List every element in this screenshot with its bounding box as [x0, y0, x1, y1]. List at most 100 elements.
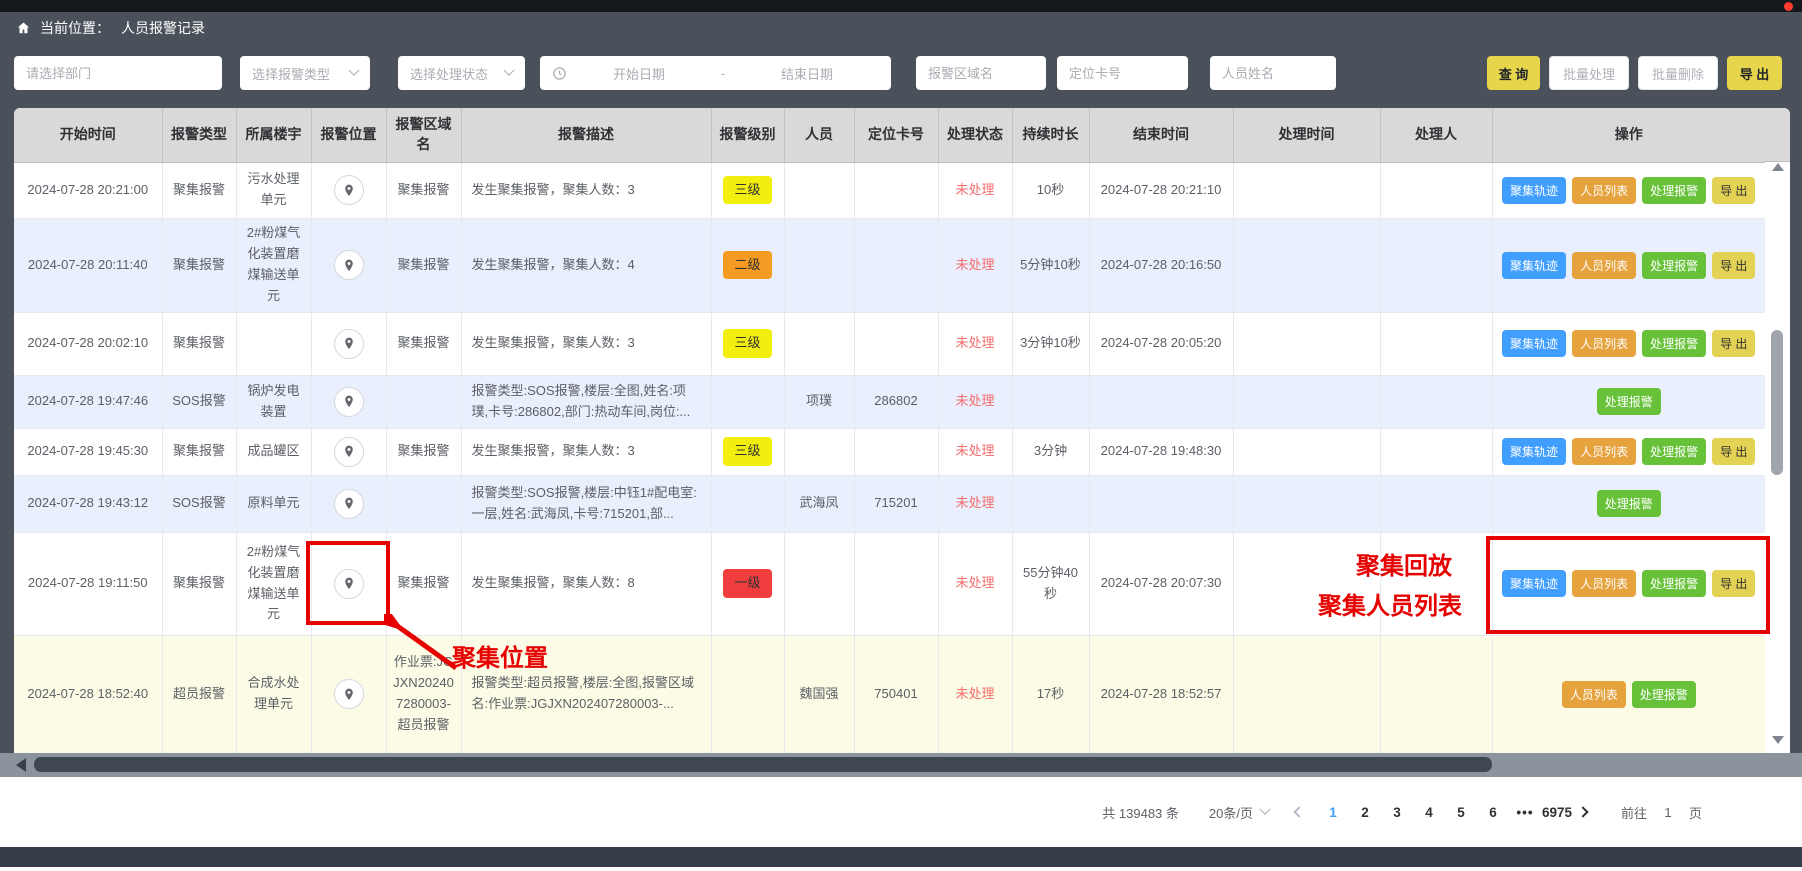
cell-duration: 55分钟40秒: [1012, 532, 1089, 635]
cell-alarm-level: 三级: [711, 428, 784, 475]
action-track-button[interactable]: 聚集轨迹: [1502, 438, 1566, 465]
cell-alarm-type: 超员报警: [162, 635, 236, 753]
cell-handle-status: 未处理: [938, 218, 1012, 312]
cell-handler: [1380, 375, 1492, 428]
alarm-type-select[interactable]: 选择报警类型: [240, 56, 370, 90]
cell-start-time: 2024-07-28 19:47:46: [14, 375, 162, 428]
action-track-button[interactable]: 聚集轨迹: [1502, 570, 1566, 597]
end-date-placeholder[interactable]: 结束日期: [735, 64, 879, 83]
alarm-location-pin-icon[interactable]: [334, 569, 364, 599]
column-header-4: 报警区域名: [386, 108, 461, 162]
alarm-location-pin-icon[interactable]: [334, 329, 364, 359]
start-date-placeholder[interactable]: 开始日期: [567, 64, 711, 83]
action-list-button[interactable]: 人员列表: [1562, 681, 1626, 708]
page-number-4[interactable]: 4: [1413, 805, 1445, 820]
cell-card-number: [854, 218, 938, 312]
action-handle-button[interactable]: 处理报警: [1632, 681, 1696, 708]
alarm-location-pin-icon[interactable]: [334, 679, 364, 709]
page-number-6[interactable]: 6: [1477, 805, 1509, 820]
action-handle-button[interactable]: 处理报警: [1642, 438, 1706, 465]
cell-card-number: [854, 532, 938, 635]
column-header-9: 处理状态: [938, 108, 1012, 162]
cell-alarm-area: [386, 475, 461, 532]
table-row: 2024-07-28 19:11:50聚集报警2#粉煤气化装置磨煤输送单元聚集报…: [14, 532, 1765, 635]
breadcrumb: 当前位置： 人员报警记录: [16, 18, 205, 38]
action-list-button[interactable]: 人员列表: [1572, 438, 1636, 465]
cell-card-number: [854, 312, 938, 375]
table-row: 2024-07-28 19:47:46SOS报警锅炉发电装置报警类型:SOS报警…: [14, 375, 1765, 428]
hscrollbar-thumb[interactable]: [34, 757, 1492, 772]
prev-page-icon[interactable]: [1293, 806, 1304, 817]
cell-building: 合成水处理单元: [236, 635, 311, 753]
goto-page: 前往 1 页: [1621, 803, 1702, 822]
card-number-input[interactable]: [1057, 56, 1188, 90]
page-number-1[interactable]: 1: [1317, 805, 1349, 820]
action-list-button[interactable]: 人员列表: [1572, 252, 1636, 279]
hscroll-left-arrow-icon[interactable]: [16, 758, 26, 772]
cell-actions: 人员列表处理报警: [1492, 635, 1765, 753]
goto-label: 前往: [1621, 803, 1647, 822]
page-number-5[interactable]: 5: [1445, 805, 1477, 820]
cell-handle-status: 未处理: [938, 375, 1012, 428]
alarm-location-pin-icon[interactable]: [334, 489, 364, 519]
vscroll-down-arrow-icon[interactable]: [1772, 736, 1784, 744]
batch-delete-button[interactable]: 批量删除: [1638, 56, 1718, 90]
cell-person: [784, 162, 854, 218]
action-handle-button[interactable]: 处理报警: [1597, 388, 1661, 415]
cell-handle-status: 未处理: [938, 312, 1012, 375]
action-handle-button[interactable]: 处理报警: [1642, 177, 1706, 204]
action-export-button[interactable]: 导 出: [1712, 570, 1755, 597]
action-list-button[interactable]: 人员列表: [1572, 570, 1636, 597]
query-button[interactable]: 查 询: [1487, 56, 1540, 90]
table-row: 2024-07-28 19:45:30聚集报警成品罐区聚集报警发生聚集报警，聚集…: [14, 428, 1765, 475]
page-number-2[interactable]: 2: [1349, 805, 1381, 820]
handle-status-select[interactable]: 选择处理状态: [398, 56, 525, 90]
action-export-button[interactable]: 导 出: [1712, 252, 1755, 279]
action-export-button[interactable]: 导 出: [1712, 177, 1755, 204]
date-range-picker[interactable]: 开始日期 - 结束日期: [540, 56, 891, 90]
table-row: 2024-07-28 19:43:12SOS报警原料单元报警类型:SOS报警,楼…: [14, 475, 1765, 532]
alarm-area-input[interactable]: [916, 56, 1046, 90]
action-list-button[interactable]: 人员列表: [1572, 330, 1636, 357]
cell-alarm-area: 聚集报警: [386, 428, 461, 475]
action-list-button[interactable]: 人员列表: [1572, 177, 1636, 204]
action-handle-button[interactable]: 处理报警: [1642, 570, 1706, 597]
action-export-button[interactable]: 导 出: [1712, 330, 1755, 357]
cell-start-time: 2024-07-28 20:11:40: [14, 218, 162, 312]
action-track-button[interactable]: 聚集轨迹: [1502, 252, 1566, 279]
batch-handle-button[interactable]: 批量处理: [1549, 56, 1629, 90]
action-handle-button[interactable]: 处理报警: [1597, 490, 1661, 517]
alarm-location-pin-icon[interactable]: [334, 175, 364, 205]
cell-alarm-level: [711, 635, 784, 753]
action-handle-button[interactable]: 处理报警: [1642, 252, 1706, 279]
action-track-button[interactable]: 聚集轨迹: [1502, 330, 1566, 357]
cell-end-time: 2024-07-28 18:52:57: [1089, 635, 1233, 753]
table-panel: 开始时间报警类型所属楼宇报警位置报警区域名报警描述报警级别人员定位卡号处理状态持…: [14, 108, 1790, 753]
department-input[interactable]: [14, 56, 222, 90]
action-handle-button[interactable]: 处理报警: [1642, 330, 1706, 357]
person-name-input[interactable]: [1210, 56, 1336, 90]
vscrollbar-thumb[interactable]: [1771, 330, 1783, 475]
cell-duration: 5分钟10秒: [1012, 218, 1089, 312]
breadcrumb-label: 当前位置：: [40, 18, 110, 38]
alarm-location-pin-icon[interactable]: [334, 437, 364, 467]
cell-building: 锅炉发电装置: [236, 375, 311, 428]
action-export-button[interactable]: 导 出: [1712, 438, 1755, 465]
export-button[interactable]: 导 出: [1727, 56, 1782, 90]
goto-page-input[interactable]: 1: [1657, 805, 1679, 820]
next-page-icon[interactable]: [1577, 806, 1588, 817]
action-track-button[interactable]: 聚集轨迹: [1502, 177, 1566, 204]
page-ellipsis[interactable]: •••: [1509, 805, 1541, 820]
cell-handle-status: 未处理: [938, 532, 1012, 635]
page-number-last[interactable]: 6975: [1541, 805, 1573, 820]
cell-building: 污水处理单元: [236, 162, 311, 218]
page-number-3[interactable]: 3: [1381, 805, 1413, 820]
cell-alarm-type: 聚集报警: [162, 532, 236, 635]
cell-building: 2#粉煤气化装置磨煤输送单元: [236, 218, 311, 312]
table-row: 2024-07-28 20:21:00聚集报警污水处理单元聚集报警发生聚集报警，…: [14, 162, 1765, 218]
page-size-select[interactable]: 20条/页: [1209, 803, 1269, 822]
vscroll-up-arrow-icon[interactable]: [1772, 163, 1784, 171]
alarm-location-pin-icon[interactable]: [334, 387, 364, 417]
alarm-location-pin-icon[interactable]: [334, 250, 364, 280]
alarm-level-badge: 三级: [723, 329, 771, 358]
